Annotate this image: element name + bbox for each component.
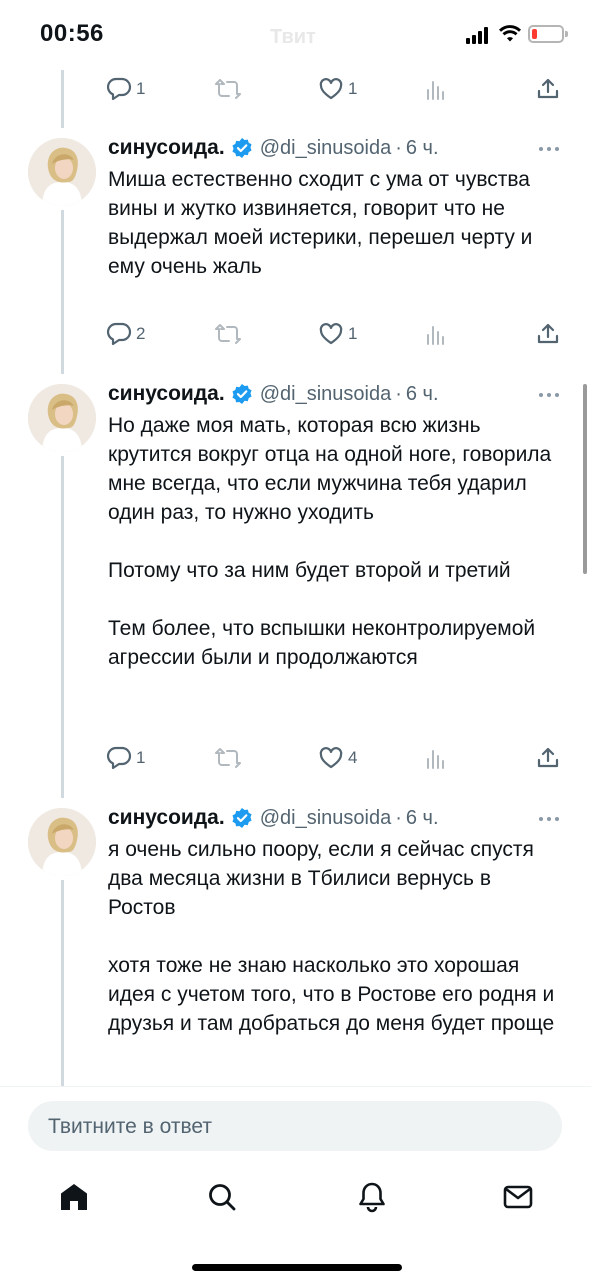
author-handle[interactable]: @di_sinusoida — [260, 807, 392, 830]
tweet-text: Но даже моя мать, которая всю жизнь крут… — [108, 411, 558, 672]
retweet-button[interactable] — [214, 743, 242, 773]
tweet-time[interactable]: 6 ч. — [406, 807, 439, 830]
tweet-header: синусоида. @di_sinusoida · 6 ч. — [108, 134, 439, 162]
separator-dot: · — [395, 136, 402, 159]
separator-dot: · — [395, 382, 402, 405]
share-button[interactable] — [536, 743, 560, 773]
bottom-bar — [0, 1086, 591, 1281]
share-button[interactable] — [536, 319, 560, 349]
heart-icon — [319, 78, 343, 100]
thread-line — [61, 880, 64, 1090]
tweet-actions: 2 1 — [100, 319, 570, 349]
reply-button[interactable]: 2 — [106, 319, 145, 349]
heart-icon — [319, 323, 343, 345]
share-icon — [537, 747, 559, 768]
avatar-image — [28, 138, 96, 206]
tweet-text: Миша естественно сходит с ума от чувства… — [108, 165, 558, 281]
reply-button[interactable]: 1 — [106, 743, 145, 773]
verified-badge-icon — [232, 808, 252, 828]
tweet-paragraph: я очень сильно поору, если я сейчас спус… — [108, 838, 540, 919]
tweet-paragraph: Миша естественно сходит с ума от чувства… — [108, 168, 539, 278]
like-button[interactable]: 4 — [318, 743, 357, 773]
separator-dot: · — [395, 806, 402, 829]
share-icon — [537, 78, 559, 99]
avatar[interactable] — [28, 808, 96, 876]
tweet-time[interactable]: 6 ч. — [406, 137, 439, 160]
views-icon — [427, 326, 444, 345]
author-handle[interactable]: @di_sinusoida — [260, 137, 392, 160]
scrollbar[interactable] — [583, 384, 587, 574]
avatar[interactable] — [28, 384, 96, 452]
like-count: 4 — [348, 748, 358, 767]
cellular-signal-icon — [466, 26, 492, 44]
like-count: 1 — [348, 79, 358, 98]
tab-messages[interactable] — [500, 1179, 536, 1215]
tweet-paragraph: Но даже моя мать, которая всю жизнь крут… — [108, 414, 558, 524]
tab-notifications[interactable] — [354, 1179, 390, 1215]
status-bar: 00:56 Твит — [0, 0, 591, 70]
avatar-image — [28, 808, 96, 876]
author-name[interactable]: синусоида. — [108, 136, 225, 160]
avatar[interactable] — [28, 138, 96, 206]
reply-icon — [106, 746, 132, 770]
tweet-header: синусоида. @di_sinusoida · 6 ч. — [108, 804, 439, 832]
home-indicator — [192, 1264, 402, 1271]
tweet-paragraph: хотя тоже не знаю насколько это хорошая … — [108, 954, 561, 1035]
messages-icon — [503, 1185, 533, 1209]
reply-button[interactable]: 1 — [106, 74, 145, 104]
tweet-actions: 1 4 — [100, 743, 570, 773]
views-button[interactable] — [426, 743, 446, 773]
wifi-icon — [498, 24, 522, 49]
like-button[interactable]: 1 — [318, 74, 357, 104]
reply-input[interactable] — [46, 1101, 550, 1153]
retweet-button[interactable] — [214, 74, 242, 104]
tweet-time[interactable]: 6 ч. — [406, 383, 439, 406]
more-options-icon[interactable] — [537, 390, 561, 400]
reply-icon — [106, 322, 132, 346]
reply-count: 1 — [136, 79, 146, 98]
avatar-image — [28, 384, 96, 452]
author-name[interactable]: синусоида. — [108, 806, 225, 830]
views-button[interactable] — [426, 319, 446, 349]
tweet-text: я очень сильно поору, если я сейчас спус… — [108, 835, 558, 1038]
tab-search[interactable] — [204, 1179, 240, 1215]
tab-bar — [0, 1179, 591, 1219]
retweet-icon — [215, 748, 241, 768]
search-icon — [209, 1184, 236, 1211]
thread-line — [61, 456, 64, 798]
header-title-faded: Твит — [270, 26, 316, 48]
views-button[interactable] — [426, 74, 446, 104]
tweet-actions: 1 1 — [100, 74, 570, 104]
retweet-icon — [215, 324, 241, 344]
verified-badge-icon — [232, 384, 252, 404]
home-icon — [61, 1184, 87, 1210]
more-options-icon[interactable] — [537, 144, 561, 154]
heart-icon — [319, 747, 343, 769]
retweet-button[interactable] — [214, 319, 242, 349]
reply-box[interactable] — [28, 1101, 562, 1153]
tweet-paragraph: Потому что за ним будет второй и третий — [108, 559, 511, 582]
like-button[interactable]: 1 — [318, 319, 357, 349]
thread-line — [61, 70, 64, 128]
share-icon — [537, 323, 559, 344]
tab-home[interactable] — [56, 1179, 92, 1215]
retweet-icon — [215, 79, 241, 99]
notifications-icon — [359, 1182, 385, 1213]
tweet-paragraph: Тем более, что вспышки неконтролируемой … — [108, 617, 542, 669]
reply-icon — [106, 77, 132, 101]
reply-count: 2 — [136, 324, 146, 343]
more-options-icon[interactable] — [537, 814, 561, 824]
reply-count: 1 — [136, 748, 146, 767]
battery-icon — [528, 25, 568, 43]
status-time: 00:56 — [40, 20, 104, 47]
like-count: 1 — [348, 324, 358, 343]
author-handle[interactable]: @di_sinusoida — [260, 383, 392, 406]
views-icon — [427, 81, 444, 100]
views-icon — [427, 750, 444, 769]
tweet-header: синусоида. @di_sinusoida · 6 ч. — [108, 380, 439, 408]
share-button[interactable] — [536, 74, 560, 104]
thread-line — [61, 210, 64, 374]
author-name[interactable]: синусоида. — [108, 382, 225, 406]
verified-badge-icon — [232, 138, 252, 158]
